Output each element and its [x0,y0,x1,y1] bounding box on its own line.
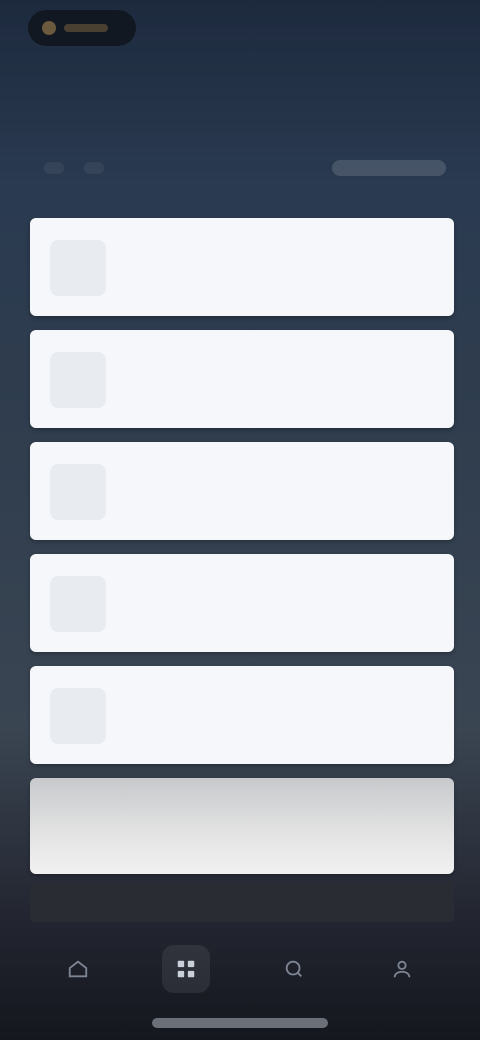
list-item[interactable] [30,666,454,764]
tab-first[interactable] [44,162,64,174]
tab-second[interactable] [84,162,104,174]
page-title [0,82,480,114]
card-thumbnail-icon [50,464,106,520]
bottom-tab-bar [0,934,480,1004]
list-item[interactable] [30,218,454,316]
list-item[interactable] [30,554,454,652]
home-indicator[interactable] [152,1018,328,1028]
list-item[interactable] [30,330,454,428]
status-text-placeholder [64,24,108,32]
card-thumbnail-icon [50,688,106,744]
list-item[interactable] [30,442,454,540]
tab-group [44,162,104,174]
home-icon[interactable] [54,945,102,993]
card-thumbnail-icon [50,576,106,632]
card-list [30,218,454,874]
status-pill [28,10,136,46]
card-thumbnail-icon [50,352,106,408]
card-thumbnail-icon [50,240,106,296]
search-icon[interactable] [270,945,318,993]
grid-icon[interactable] [162,945,210,993]
action-button[interactable] [332,160,446,176]
profile-icon[interactable] [378,945,426,993]
sub-toolbar [44,150,446,186]
list-item[interactable] [30,778,454,874]
status-dot-icon [42,21,56,35]
bottom-strip [30,882,454,922]
